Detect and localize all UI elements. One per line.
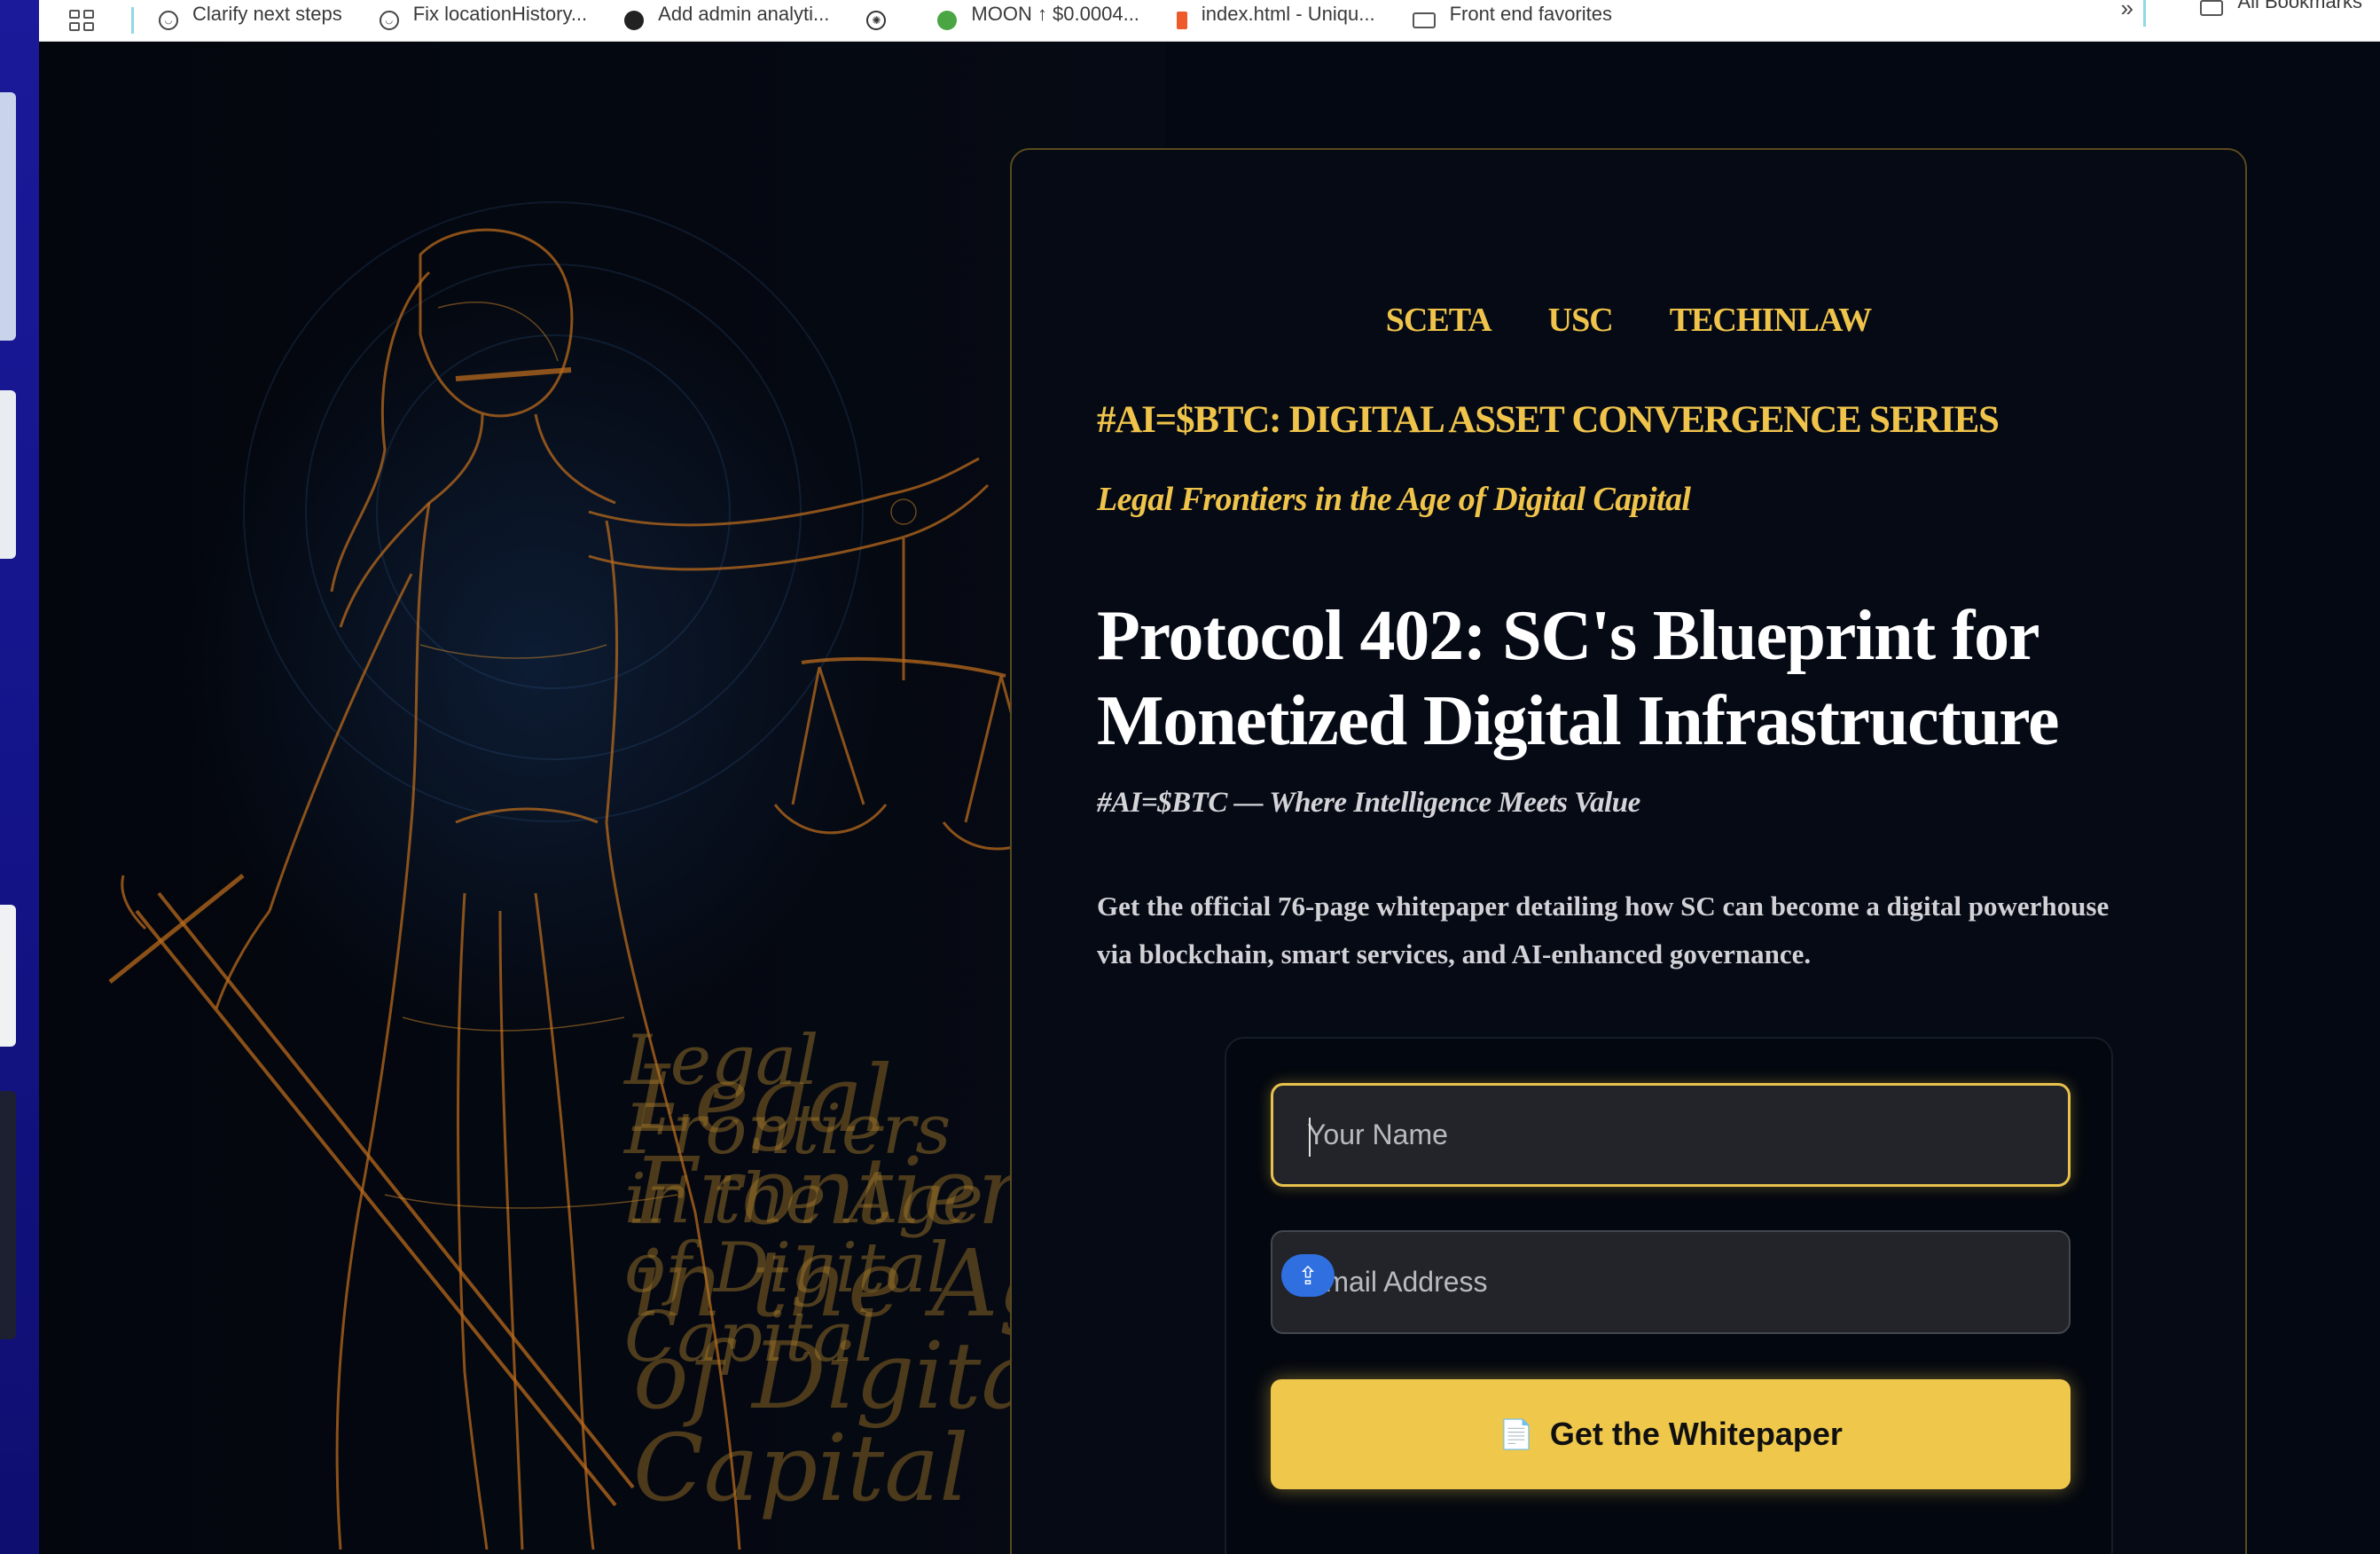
- whitepaper-form: ⇪ 📄 Get the Whitepaper: [1225, 1037, 2113, 1554]
- landing-page: Legal Frontiers in the Age of Digital Ca…: [39, 42, 2380, 1554]
- series-tagline: Legal Frontiers in the Age of Digital Ca…: [1097, 481, 1691, 518]
- bookmark-label: Front end favorites: [1449, 3, 1612, 25]
- bookmark-label: Fix locationHistory...: [412, 3, 588, 25]
- bookmark-item[interactable]: index.html - Uniqu...: [1176, 3, 1375, 29]
- background-window[interactable]: [0, 905, 16, 1047]
- bookmarks-separator: [131, 7, 134, 34]
- frog-icon: [937, 11, 958, 30]
- openai-icon: ✺: [866, 11, 887, 30]
- folder-icon: [1412, 12, 1436, 28]
- bookmark-label: MOON ↑ $0.0004...: [971, 3, 1139, 25]
- series-title: #AI=$BTC: DIGITAL ASSET CONVERGENCE SERI…: [1097, 399, 2000, 441]
- bookmark-label: Clarify next steps: [192, 3, 342, 25]
- nav-link-usc[interactable]: USC: [1548, 301, 1614, 340]
- chat-icon: ◡: [159, 11, 178, 30]
- email-field-wrapper: ⇪: [1271, 1230, 2071, 1334]
- background-window[interactable]: [0, 92, 16, 341]
- all-bookmarks-button[interactable]: All Bookmarks: [2200, 0, 2362, 16]
- background-window[interactable]: [0, 390, 16, 559]
- bookmark-item[interactable]: ✺: [866, 11, 900, 30]
- chat-icon: ◡: [379, 11, 399, 30]
- all-bookmarks-label: All Bookmarks: [2237, 0, 2362, 12]
- background-window[interactable]: [0, 1091, 16, 1339]
- folder-icon: [2200, 0, 2224, 16]
- submit-label: Get the Whitepaper: [1549, 1416, 1843, 1452]
- nav-link-sceta[interactable]: SCETA: [1386, 301, 1492, 340]
- bookmark-item[interactable]: ◡ Fix locationHistory...: [379, 3, 587, 30]
- bookmark-item[interactable]: Front end favorites: [1412, 3, 1612, 28]
- bookmarks-separator: [2143, 0, 2146, 27]
- document-icon: 📄: [1499, 1418, 1534, 1450]
- get-whitepaper-button[interactable]: 📄 Get the Whitepaper: [1271, 1379, 2071, 1489]
- hero-artwork: Legal Frontiers in the Age of Digital Ca…: [39, 42, 1165, 1554]
- bookmark-item[interactable]: ◡ Clarify next steps: [159, 3, 342, 30]
- github-icon: [624, 11, 645, 30]
- bookmark-label: Add admin analyti...: [658, 3, 830, 25]
- page-description: Get the official 76-page whitepaper deta…: [1097, 891, 2110, 969]
- nav-link-techinlaw[interactable]: TECHINLAW: [1670, 301, 1872, 340]
- bookmark-item[interactable]: Add admin analyti...: [624, 3, 829, 30]
- name-input[interactable]: [1307, 1118, 2068, 1151]
- headline-line: Monetized Digital Infrastructure: [1097, 682, 2060, 760]
- bookmarks-bar: ◡ Clarify next steps ◡ Fix locationHisto…: [39, 0, 2380, 42]
- page-headline: Protocol 402: SC's Blueprint for Monetiz…: [1097, 593, 2205, 764]
- bookmark-label: index.html - Uniqu...: [1201, 3, 1375, 25]
- content-card: SCETA USC TECHINLAW #AI=$BTC: DIGITAL AS…: [1010, 148, 2247, 1554]
- headline-line: Protocol 402: SC's Blueprint for: [1097, 597, 2039, 675]
- more-bookmarks-chevron-icon[interactable]: »: [2121, 0, 2133, 22]
- partner-nav: SCETA USC TECHINLAW: [1012, 301, 2245, 340]
- apps-grid-icon[interactable]: [69, 7, 96, 34]
- email-input[interactable]: [1306, 1266, 2069, 1299]
- figma-icon: [1176, 12, 1187, 29]
- page-subhead: #AI=$BTC — Where Intelligence Meets Valu…: [1097, 787, 1640, 819]
- text-caret: [1309, 1118, 1311, 1157]
- desktop-background: [0, 0, 39, 1554]
- password-manager-icon[interactable]: ⇪: [1281, 1254, 1335, 1297]
- bookmark-item[interactable]: MOON ↑ $0.0004...: [937, 3, 1139, 30]
- name-field-wrapper: [1271, 1083, 2071, 1187]
